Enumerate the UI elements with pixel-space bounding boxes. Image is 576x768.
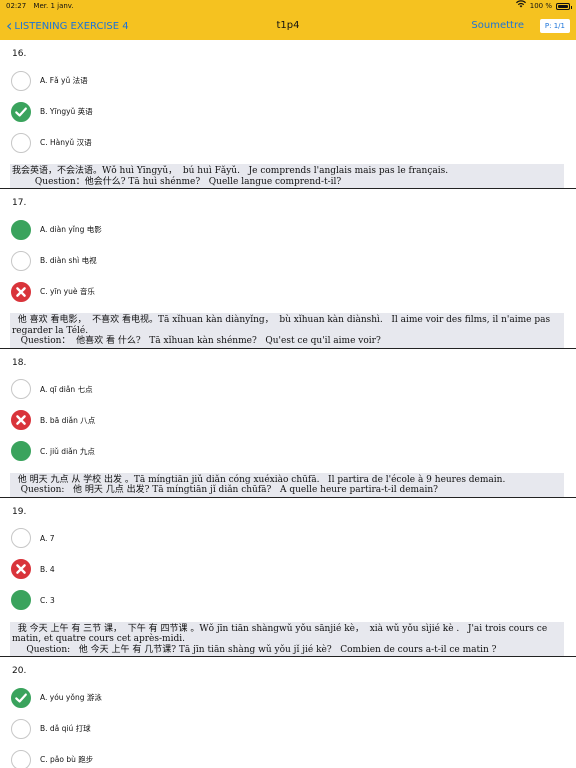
- option-label: A. Fǎ yǔ 法语: [40, 76, 88, 85]
- checkmark-icon[interactable]: [11, 687, 31, 708]
- option-label: B. bā diǎn 八点: [40, 415, 96, 425]
- battery-percent: 100 %: [529, 2, 552, 10]
- option-label: C. pǎo bù 跑步: [40, 755, 94, 764]
- cross-icon[interactable]: [11, 281, 31, 302]
- option-label: B. diàn shì 电视: [40, 256, 97, 265]
- answer-option[interactable]: A. yóu yǒng 游泳: [0, 682, 576, 713]
- option-label: B. dǎ qiú 打球: [40, 724, 91, 733]
- page-indicator: P: 1/1: [539, 19, 570, 33]
- question-19: 19. A. 7 B. 4 C. 3 我 今天 上午 有 三节 课， 下午 有 四节课…: [0, 498, 576, 657]
- answer-option[interactable]: C. pǎo bù 跑步: [0, 744, 576, 768]
- question-17: 17. A. diàn yǐng 电影 B. diàn shì 电视 C. yīn y…: [0, 189, 576, 349]
- answer-option[interactable]: A. diàn yǐng 电影: [0, 214, 576, 245]
- option-label: A. 7: [40, 533, 55, 543]
- back-label: LISTENING EXERCISE 4: [14, 20, 129, 32]
- checkmark-icon[interactable]: [11, 101, 31, 122]
- answer-option[interactable]: B. 4: [0, 554, 576, 585]
- answer-option[interactable]: C. yīn yuè 音乐: [0, 276, 576, 307]
- correct-answer-indicator[interactable]: [11, 590, 31, 610]
- question-number: 20.: [12, 666, 27, 676]
- answer-option[interactable]: C. jiǔ diǎn 九点: [0, 436, 576, 467]
- option-label: A. diàn yǐng 电影: [40, 225, 102, 234]
- question-20: 20. A. yóu yǒng 游泳 B. dǎ qiú 打球 C. pǎo bù 跑…: [0, 657, 576, 768]
- status-date: Mer. 1 janv.: [33, 2, 74, 10]
- navigation-bar: ‹ LISTENING EXERCISE 4 t1p4 Soumettre P:…: [0, 12, 576, 40]
- question-list[interactable]: 16. A. Fǎ yǔ 法语 B. Yīngyǔ 英语 C. Hànyǔ 汉语我会英…: [0, 40, 576, 768]
- option-label: C. yīn yuè 音乐: [40, 287, 95, 296]
- status-time: 02:27: [6, 2, 27, 10]
- radio-button[interactable]: [11, 718, 31, 739]
- radio-button[interactable]: [11, 70, 31, 91]
- back-button[interactable]: ‹ LISTENING EXERCISE 4: [6, 12, 129, 40]
- question-number: 19.: [12, 506, 27, 517]
- correct-answer-indicator[interactable]: [11, 219, 31, 240]
- answer-option[interactable]: A. 7: [0, 523, 576, 554]
- explanation-text: 他 明天 九点 从 学校 出发 。Tā míngtiān jiǔ diǎn có…: [10, 472, 564, 497]
- explanation-text: 他 喜欢 看电影， 不喜欢 看电视。Tā xǐhuan kàn diànyǐng…: [10, 313, 564, 348]
- wifi-icon: [515, 0, 526, 12]
- explanation-text: 我 今天 上午 有 三节 课， 下午 有 四节课 。Wǒ jīn tiān sh…: [10, 621, 564, 656]
- option-label: A. qī diǎn 七点: [40, 384, 93, 394]
- question-18: 18. A. qī diǎn 七点 B. bā diǎn 八点 C. jiǔ diǎn…: [0, 349, 576, 498]
- question-number: 17.: [12, 198, 27, 208]
- answer-option[interactable]: B. dǎ qiú 打球: [0, 713, 576, 744]
- option-label: C. Hànyǔ 汉语: [40, 138, 92, 147]
- correct-answer-indicator[interactable]: [11, 441, 31, 461]
- answer-option[interactable]: A. Fǎ yǔ 法语: [0, 65, 576, 96]
- question-number: 18.: [12, 357, 27, 368]
- answer-option[interactable]: B. bā diǎn 八点: [0, 405, 576, 436]
- answer-option[interactable]: C. Hànyǔ 汉语: [0, 127, 576, 158]
- option-label: B. Yīngyǔ 英语: [40, 107, 93, 116]
- question-number: 16.: [12, 49, 27, 59]
- answer-option[interactable]: B. diàn shì 电视: [0, 245, 576, 276]
- option-label: B. 4: [40, 564, 55, 574]
- radio-button[interactable]: [11, 379, 31, 399]
- explanation-text: 我会英语，不会法语。Wǒ huì Yīngyǔ， bú huì Fǎyǔ. Je…: [10, 164, 564, 188]
- status-bar: 02:27 Mer. 1 janv. 100 %: [0, 0, 576, 12]
- status-left: 02:27 Mer. 1 janv.: [6, 0, 79, 12]
- question-16: 16. A. Fǎ yǔ 法语 B. Yīngyǔ 英语 C. Hànyǔ 汉语我会英…: [0, 40, 576, 189]
- submit-button[interactable]: Soumettre: [471, 12, 524, 40]
- radio-button[interactable]: [11, 250, 31, 271]
- radio-button[interactable]: [11, 528, 31, 548]
- answer-option[interactable]: C. 3: [0, 585, 576, 616]
- chevron-left-icon: ‹: [6, 16, 13, 35]
- answer-option[interactable]: A. qī diǎn 七点: [0, 374, 576, 405]
- option-label: A. yóu yǒng 游泳: [40, 693, 102, 702]
- option-label: C. 3: [40, 595, 55, 605]
- answer-option[interactable]: B. Yīngyǔ 英语: [0, 96, 576, 127]
- battery-icon: [556, 2, 572, 10]
- status-right: 100 %: [515, 0, 572, 12]
- radio-button[interactable]: [11, 749, 31, 768]
- cross-icon[interactable]: [11, 410, 31, 430]
- option-label: C. jiǔ diǎn 九点: [40, 446, 95, 456]
- cross-icon[interactable]: [11, 559, 31, 579]
- radio-button[interactable]: [11, 132, 31, 153]
